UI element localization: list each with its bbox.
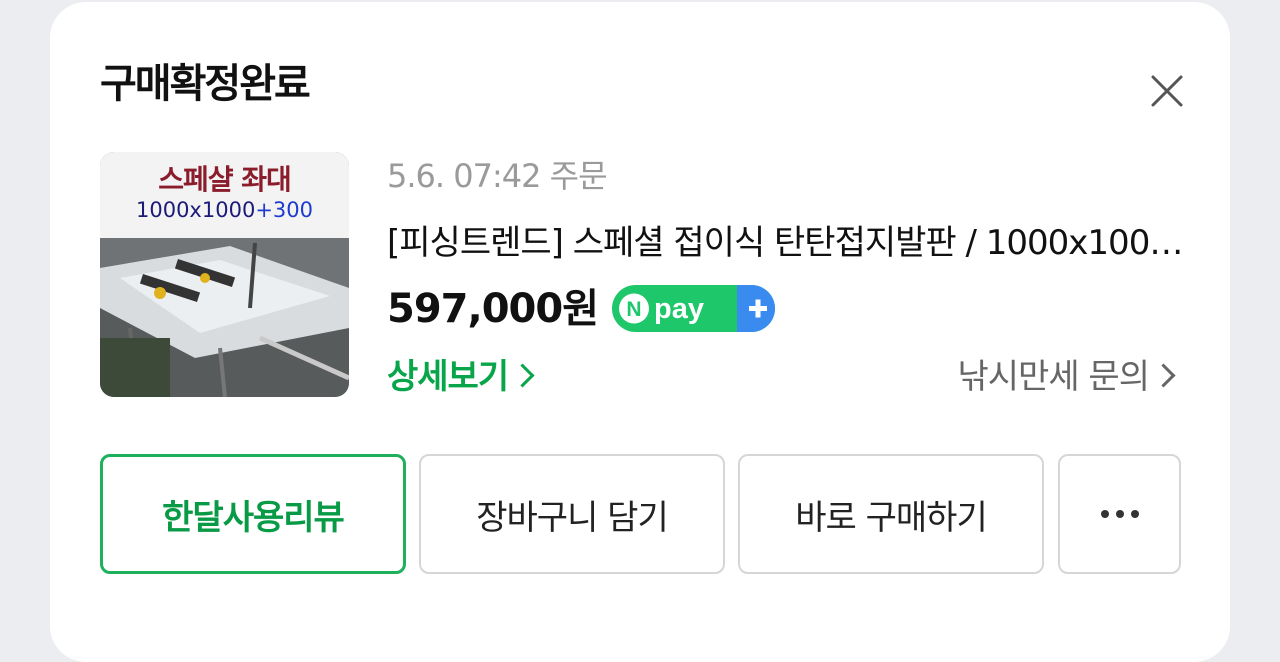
thumbnail-title: 스페샬 좌대 xyxy=(158,163,292,196)
chevron-right-icon xyxy=(1151,363,1176,388)
product-name[interactable]: [피싱트렌드] 스페셜 접이식 탄탄접지발판 / 1000x1000+300 xyxy=(387,218,1187,268)
svg-text:pay: pay xyxy=(654,293,704,325)
more-options-button[interactable] xyxy=(1058,454,1181,574)
seller-inquiry-link[interactable]: 낚시만세 문의 xyxy=(958,352,1176,402)
purchase-confirm-modal: 구매확정완료 스페샬 좌대 1000x1000+300 5.6. 07:42 주… xyxy=(50,2,1230,662)
buy-now-button[interactable]: 바로 구매하기 xyxy=(738,454,1044,574)
close-icon[interactable] xyxy=(1148,72,1186,110)
modal-title: 구매확정완료 xyxy=(100,61,311,107)
thumbnail-size: 1000x1000+300 xyxy=(135,198,313,222)
chevron-right-icon xyxy=(510,363,535,388)
product-photo xyxy=(100,238,349,397)
detail-link[interactable]: 상세보기 xyxy=(387,352,535,402)
product-thumbnail[interactable]: 스페샬 좌대 1000x1000+300 xyxy=(100,152,349,397)
order-date: 5.6. 07:42 주문 xyxy=(387,157,608,195)
svg-text:N: N xyxy=(626,298,641,321)
npay-plus-badge: N pay xyxy=(612,285,775,332)
review-button[interactable]: 한달사용리뷰 xyxy=(100,454,406,574)
more-horizontal-icon xyxy=(1100,510,1139,518)
add-to-cart-button[interactable]: 장바구니 담기 xyxy=(419,454,725,574)
product-price: 597,000원 xyxy=(387,286,599,332)
